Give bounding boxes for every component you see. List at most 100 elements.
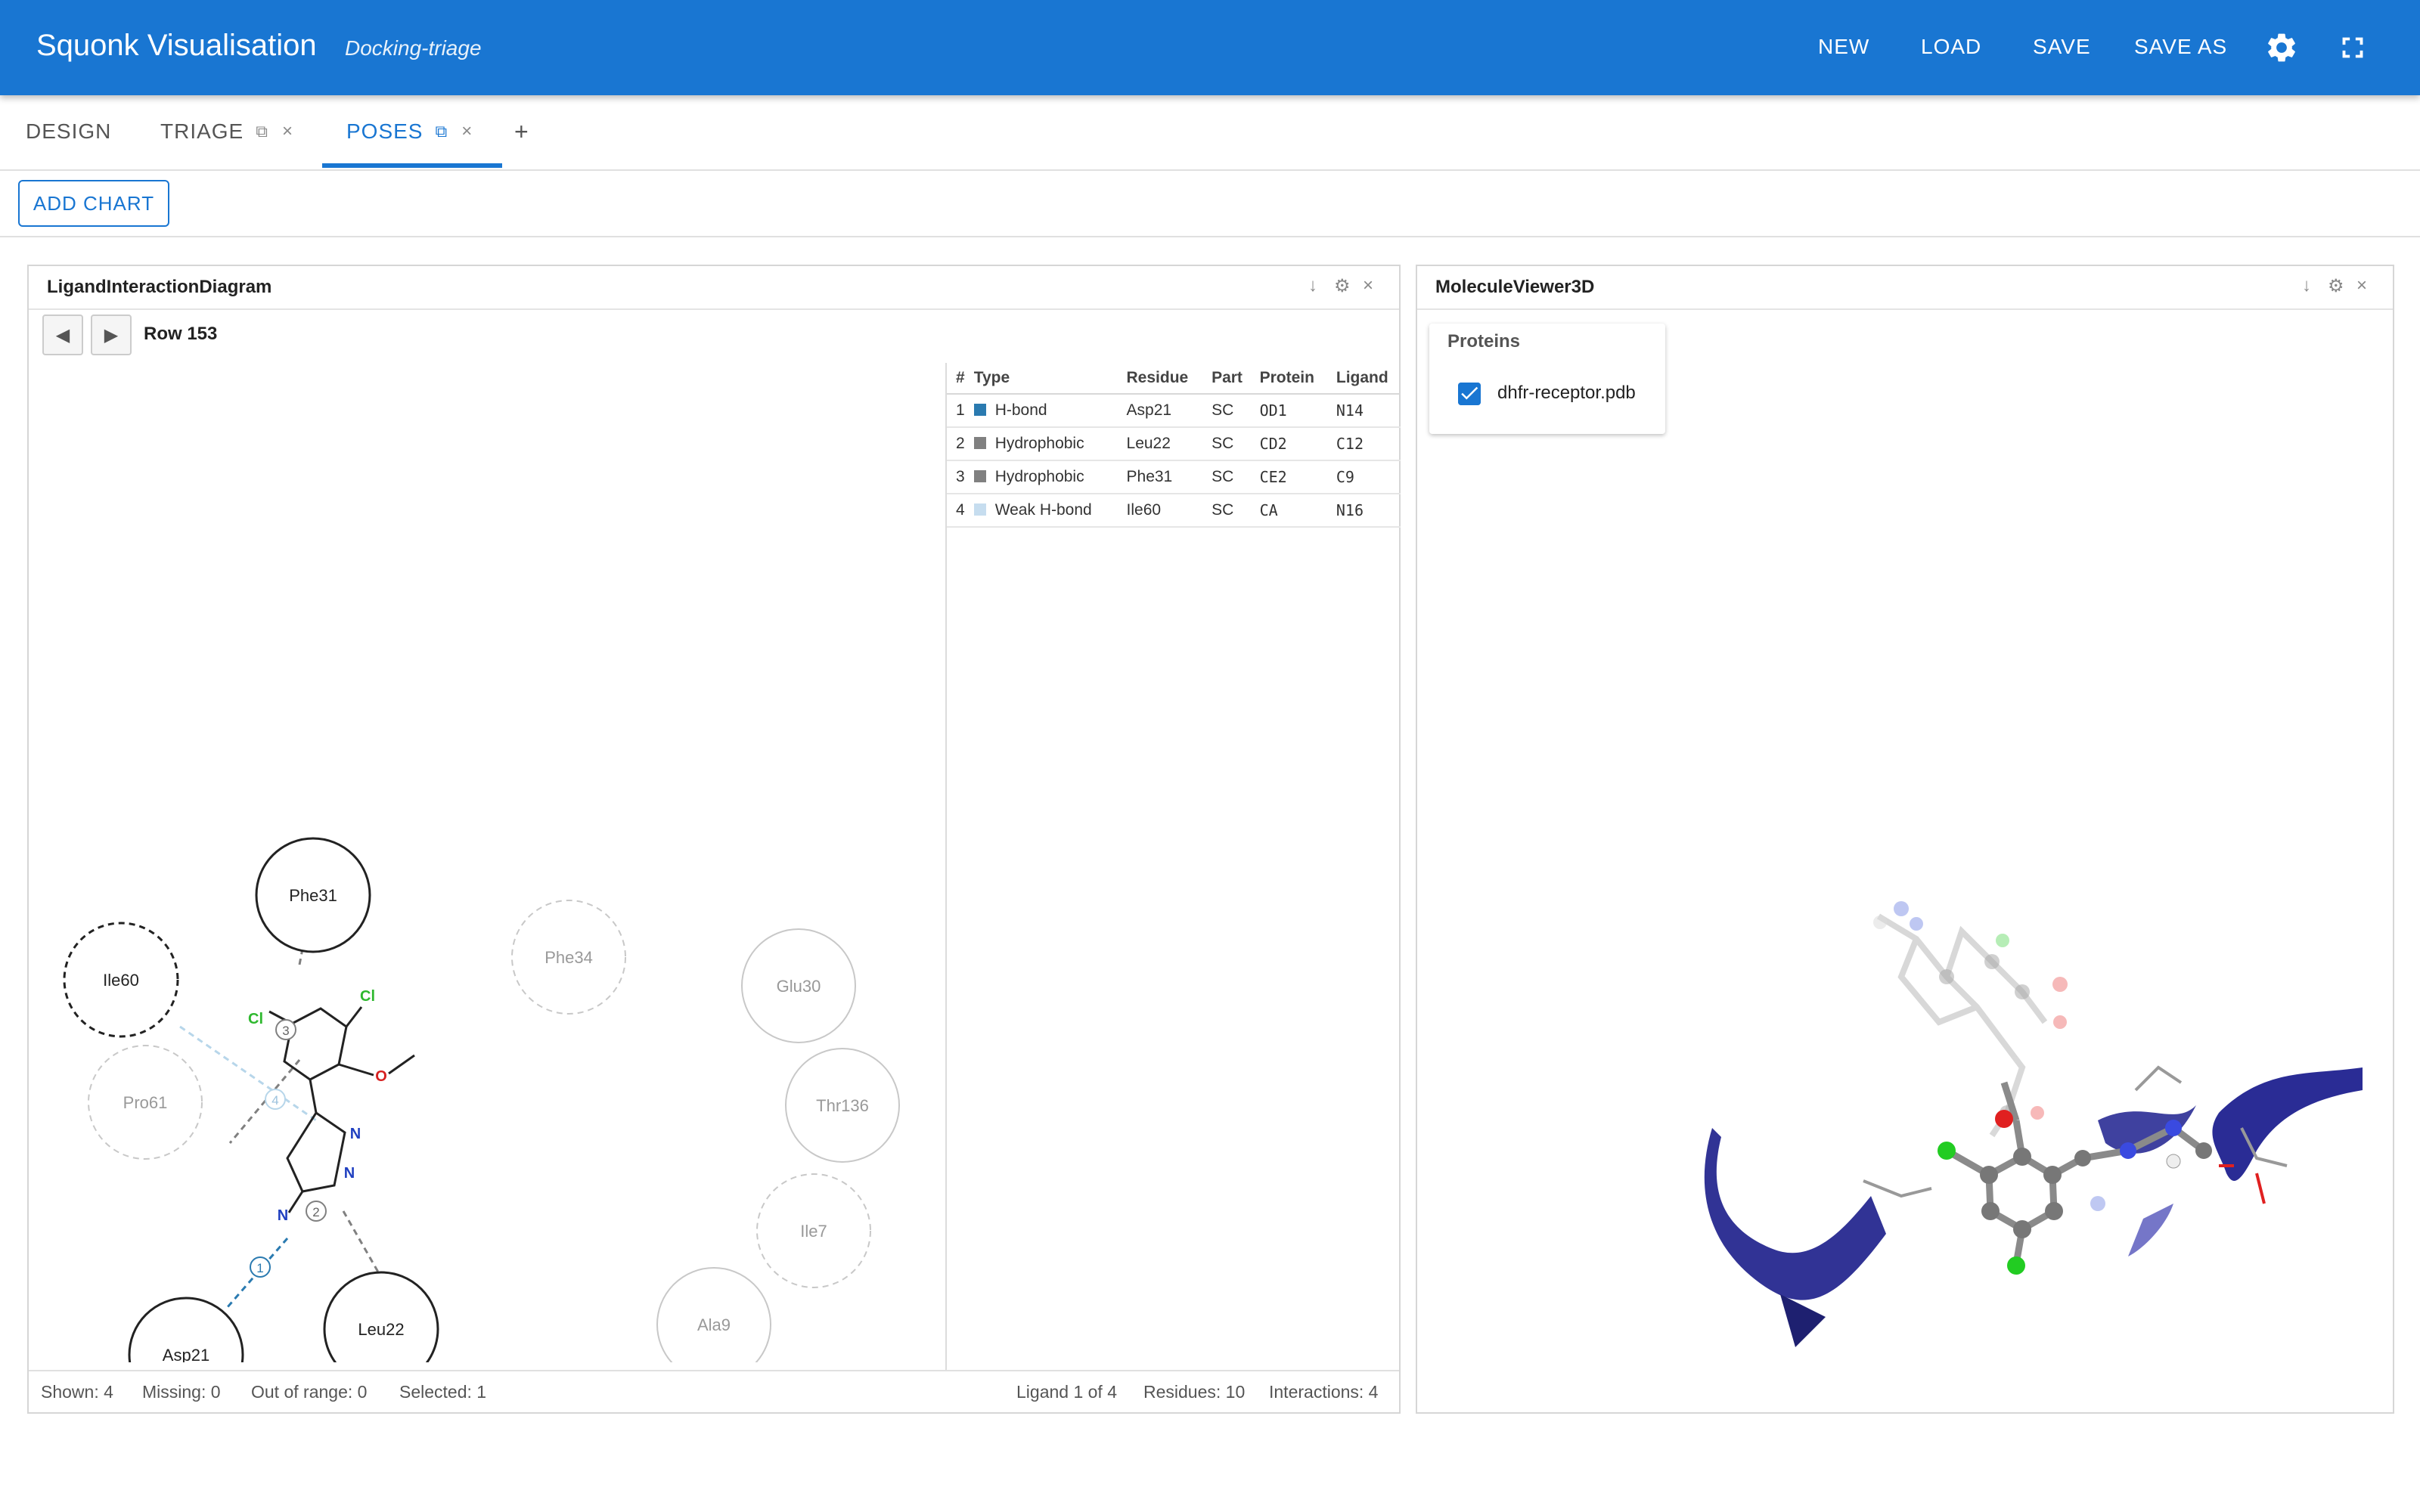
table-row[interactable]: 1 H-bond Asp21 SC OD1 N14 (947, 394, 1401, 428)
footer-missing: Missing: 0 (142, 1382, 221, 1402)
residue-leu22 (323, 1271, 439, 1362)
marker-label: 2 (312, 1205, 319, 1219)
cell-protein: OD1 (1250, 394, 1327, 428)
cell-type: Hydrophobic (964, 460, 1118, 494)
cell-part: SC (1202, 460, 1251, 494)
column-header[interactable]: Part (1202, 363, 1251, 395)
atom-label-cl: Cl (360, 988, 375, 1005)
proteins-title: Proteins (1447, 331, 1521, 352)
table-row[interactable]: 4 Weak H-bond Ile60 SC CA N16 (947, 494, 1401, 528)
cell-residue: Leu22 (1117, 427, 1203, 461)
atom-label-o: O (375, 1068, 387, 1085)
protein-ribbon (2212, 1067, 2363, 1181)
save-button[interactable]: SAVE (2033, 35, 2091, 59)
cell-protein: CA (1250, 494, 1327, 528)
active-tab-indicator (322, 163, 502, 168)
ligand-interaction-panel: LigandInteractionDiagram ↓ ⚙ × ◀ ▶ Row 1… (27, 265, 1401, 1414)
app-subtitle: Docking-triage (345, 36, 482, 60)
duplicate-tab-icon[interactable]: ⧉ (435, 122, 448, 141)
protein-ribbon (2128, 1204, 2173, 1256)
tab-triage[interactable]: TRIAGE ⧉ × (160, 95, 293, 168)
column-header[interactable]: Protein (1250, 363, 1327, 395)
cell-ligand: N14 (1326, 394, 1401, 428)
footer-residues: Residues: 10 (1143, 1382, 1246, 1402)
type-swatch (973, 437, 986, 449)
type-label: Hydrophobic (994, 468, 1084, 485)
save-as-button[interactable]: SAVE AS (2134, 35, 2227, 59)
previous-row-button[interactable]: ◀ (42, 314, 83, 355)
new-button[interactable]: NEW (1818, 35, 1869, 59)
gear-icon[interactable]: ⚙ (2328, 275, 2344, 297)
3d-molecule-canvas[interactable] (1417, 311, 2393, 1411)
close-icon[interactable]: × (1363, 275, 1373, 296)
close-icon[interactable]: × (2356, 275, 2367, 296)
add-chart-button[interactable]: ADD CHART (18, 180, 169, 227)
download-icon[interactable]: ↓ (2302, 275, 2311, 296)
residue-label: Thr136 (816, 1096, 869, 1115)
cell-num: 4 (947, 494, 965, 528)
add-tab-button[interactable]: + (514, 95, 529, 168)
cell-ligand: C9 (1326, 460, 1401, 494)
marker-label: 3 (282, 1024, 289, 1038)
load-button[interactable]: LOAD (1921, 35, 1981, 59)
tab-label: POSES (346, 119, 424, 143)
fullscreen-icon[interactable] (2335, 30, 2370, 65)
table-row[interactable]: 3 Hydrophobic Phe31 SC CE2 C9 (947, 460, 1401, 494)
duplicate-tab-icon[interactable]: ⧉ (256, 122, 268, 141)
residue-label: Phe31 (289, 886, 337, 905)
residue-label: Ala9 (697, 1315, 731, 1334)
close-tab-icon[interactable]: × (461, 121, 473, 142)
next-row-button[interactable]: ▶ (91, 314, 132, 355)
cell-type: Weak H-bond (964, 494, 1118, 528)
cell-residue: Ile60 (1117, 494, 1203, 528)
cell-part: SC (1202, 427, 1251, 461)
cell-ligand: N16 (1326, 494, 1401, 528)
settings-gear-icon[interactable] (2264, 30, 2299, 65)
atom-label-n: N (344, 1165, 355, 1182)
type-label: Weak H-bond (994, 501, 1092, 519)
cell-protein: CD2 (1250, 427, 1327, 461)
interaction-table: # Type Residue Part Protein Ligand 1 H-b… (945, 363, 1401, 1370)
cell-residue: Phe31 (1117, 460, 1203, 494)
cell-type: Hydrophobic (964, 427, 1118, 461)
type-swatch (973, 404, 986, 416)
residue-label: Glu30 (777, 977, 821, 996)
footer-shown: Shown: 4 (41, 1382, 113, 1402)
cell-num: 2 (947, 427, 965, 461)
column-header[interactable]: # (947, 363, 965, 395)
atom-label-n: N (278, 1207, 288, 1224)
tab-bar: DESIGN TRIAGE ⧉ × POSES ⧉ × + (0, 95, 2420, 171)
atom-label-cl: Cl (248, 1011, 263, 1027)
protein-checkbox[interactable] (1458, 383, 1481, 405)
table-row[interactable]: 2 Hydrophobic Leu22 SC CD2 C12 (947, 427, 1401, 461)
type-label: Hydrophobic (994, 435, 1084, 452)
cell-num: 3 (947, 460, 965, 494)
close-tab-icon[interactable]: × (282, 121, 293, 142)
column-header[interactable]: Type (964, 363, 1118, 395)
cell-part: SC (1202, 394, 1251, 428)
tab-poses[interactable]: POSES ⧉ × (346, 95, 473, 168)
footer-interactions: Interactions: 4 (1269, 1382, 1379, 1402)
ligand-pose-faded (1876, 913, 2048, 1138)
tab-design[interactable]: DESIGN (26, 95, 111, 168)
main-atoms (1938, 1110, 2212, 1275)
divider (0, 236, 2420, 237)
row-label: Row 153 (144, 324, 218, 344)
column-header[interactable]: Ligand (1326, 363, 1401, 395)
footer-out-of-range: Out of range: 0 (251, 1382, 368, 1402)
type-swatch (973, 470, 986, 482)
residue-label: Phe34 (544, 948, 593, 967)
column-header[interactable]: Residue (1117, 363, 1203, 395)
gear-icon[interactable]: ⚙ (1334, 275, 1351, 297)
download-icon[interactable]: ↓ (1308, 275, 1317, 296)
type-swatch (973, 503, 986, 516)
marker-label: 1 (256, 1261, 263, 1275)
tab-label: DESIGN (26, 119, 112, 143)
interaction-diagram: Phe31 Ile60 Pro61 Phe34 Glu30 Thr136 Ile… (63, 837, 900, 1362)
residue-label: Ile7 (800, 1222, 827, 1241)
footer-selected: Selected: 1 (399, 1382, 487, 1402)
residue-label: Leu22 (358, 1320, 404, 1339)
protein-name[interactable]: dhfr-receptor.pdb (1497, 383, 1636, 404)
residue-label: Pro61 (123, 1093, 168, 1112)
cell-part: SC (1202, 494, 1251, 528)
